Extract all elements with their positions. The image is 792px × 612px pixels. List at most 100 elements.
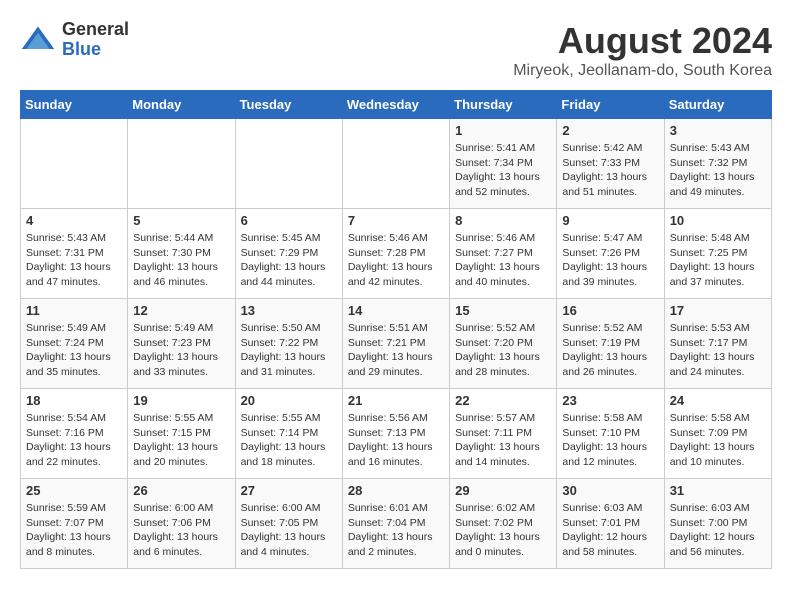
calendar-cell: 30Sunrise: 6:03 AM Sunset: 7:01 PM Dayli… [557, 479, 664, 569]
calendar-cell: 25 Sunrise: 5:59 AM Sunset: 7:07 PM Dayli… [21, 479, 128, 569]
calendar-body: 1Sunrise: 5:41 AM Sunset: 7:34 PM Daylig… [21, 119, 772, 569]
calendar-cell: 10 Sunrise: 5:48 AM Sunset: 7:25 PM Dayli… [664, 209, 771, 299]
calendar-cell: 24 Sunrise: 5:58 AM Sunset: 7:09 PM Dayli… [664, 389, 771, 479]
day-info: Sunrise: 5:46 AM Sunset: 7:27 PM Dayligh… [455, 231, 551, 290]
day-number: 8 [455, 213, 551, 228]
calendar-header-cell: Tuesday [235, 91, 342, 119]
day-info: Sunrise: 5:59 AM Sunset: 7:07 PM Dayligh… [26, 501, 122, 560]
day-info: Sunrise: 5:58 AM Sunset: 7:09 PM Dayligh… [670, 411, 766, 470]
day-number: 27 [241, 483, 337, 498]
calendar-cell: 14 Sunrise: 5:51 AM Sunset: 7:21 PM Dayli… [342, 299, 449, 389]
day-info: Sunrise: 5:58 AM Sunset: 7:10 PM Dayligh… [562, 411, 658, 470]
day-number: 25 [26, 483, 122, 498]
calendar-cell: 1Sunrise: 5:41 AM Sunset: 7:34 PM Daylig… [450, 119, 557, 209]
day-number: 9 [562, 213, 658, 228]
calendar-cell [235, 119, 342, 209]
calendar-cell: 15 Sunrise: 5:52 AM Sunset: 7:20 PM Dayli… [450, 299, 557, 389]
day-info: Sunrise: 5:43 AM Sunset: 7:32 PM Dayligh… [670, 141, 766, 200]
day-info: Sunrise: 5:43 AM Sunset: 7:31 PM Dayligh… [26, 231, 122, 290]
calendar-cell: 2Sunrise: 5:42 AM Sunset: 7:33 PM Daylig… [557, 119, 664, 209]
calendar-cell: 26 Sunrise: 6:00 AM Sunset: 7:06 PM Dayli… [128, 479, 235, 569]
day-info: Sunrise: 5:53 AM Sunset: 7:17 PM Dayligh… [670, 321, 766, 380]
day-number: 22 [455, 393, 551, 408]
day-info: Sunrise: 6:00 AM Sunset: 7:05 PM Dayligh… [241, 501, 337, 560]
calendar-cell [128, 119, 235, 209]
calendar-cell: 6Sunrise: 5:45 AM Sunset: 7:29 PM Daylig… [235, 209, 342, 299]
day-info: Sunrise: 5:52 AM Sunset: 7:20 PM Dayligh… [455, 321, 551, 380]
day-info: Sunrise: 5:49 AM Sunset: 7:23 PM Dayligh… [133, 321, 229, 380]
logo-text: General Blue [62, 20, 129, 60]
calendar-week-row: 1Sunrise: 5:41 AM Sunset: 7:34 PM Daylig… [21, 119, 772, 209]
day-number: 23 [562, 393, 658, 408]
day-number: 20 [241, 393, 337, 408]
calendar-cell: 7Sunrise: 5:46 AM Sunset: 7:28 PM Daylig… [342, 209, 449, 299]
calendar-header-cell: Saturday [664, 91, 771, 119]
day-info: Sunrise: 5:55 AM Sunset: 7:14 PM Dayligh… [241, 411, 337, 470]
day-number: 10 [670, 213, 766, 228]
day-info: Sunrise: 5:48 AM Sunset: 7:25 PM Dayligh… [670, 231, 766, 290]
calendar-cell: 23 Sunrise: 5:58 AM Sunset: 7:10 PM Dayli… [557, 389, 664, 479]
calendar-week-row: 11 Sunrise: 5:49 AM Sunset: 7:24 PM Dayli… [21, 299, 772, 389]
day-number: 12 [133, 303, 229, 318]
day-number: 24 [670, 393, 766, 408]
calendar-cell: 29 Sunrise: 6:02 AM Sunset: 7:02 PM Dayli… [450, 479, 557, 569]
day-info: Sunrise: 5:46 AM Sunset: 7:28 PM Dayligh… [348, 231, 444, 290]
calendar-cell: 12 Sunrise: 5:49 AM Sunset: 7:23 PM Dayli… [128, 299, 235, 389]
day-info: Sunrise: 5:49 AM Sunset: 7:24 PM Dayligh… [26, 321, 122, 380]
day-number: 28 [348, 483, 444, 498]
day-info: Sunrise: 5:56 AM Sunset: 7:13 PM Dayligh… [348, 411, 444, 470]
day-number: 16 [562, 303, 658, 318]
day-info: Sunrise: 5:50 AM Sunset: 7:22 PM Dayligh… [241, 321, 337, 380]
calendar-table: SundayMondayTuesdayWednesdayThursdayFrid… [20, 90, 772, 569]
calendar-header-cell: Friday [557, 91, 664, 119]
calendar-cell: 9Sunrise: 5:47 AM Sunset: 7:26 PM Daylig… [557, 209, 664, 299]
day-info: Sunrise: 5:54 AM Sunset: 7:16 PM Dayligh… [26, 411, 122, 470]
day-number: 26 [133, 483, 229, 498]
day-number: 21 [348, 393, 444, 408]
calendar-cell: 13 Sunrise: 5:50 AM Sunset: 7:22 PM Dayli… [235, 299, 342, 389]
day-info: Sunrise: 5:55 AM Sunset: 7:15 PM Dayligh… [133, 411, 229, 470]
calendar-cell: 4 Sunrise: 5:43 AM Sunset: 7:31 PM Daylig… [21, 209, 128, 299]
day-number: 11 [26, 303, 122, 318]
calendar-header-cell: Wednesday [342, 91, 449, 119]
calendar-cell: 22Sunrise: 5:57 AM Sunset: 7:11 PM Dayli… [450, 389, 557, 479]
calendar-cell [342, 119, 449, 209]
day-info: Sunrise: 6:03 AM Sunset: 7:00 PM Dayligh… [670, 501, 766, 560]
day-info: Sunrise: 5:45 AM Sunset: 7:29 PM Dayligh… [241, 231, 337, 290]
calendar-cell: 21 Sunrise: 5:56 AM Sunset: 7:13 PM Dayli… [342, 389, 449, 479]
day-number: 14 [348, 303, 444, 318]
day-info: Sunrise: 5:42 AM Sunset: 7:33 PM Dayligh… [562, 141, 658, 200]
calendar-cell: 18 Sunrise: 5:54 AM Sunset: 7:16 PM Dayli… [21, 389, 128, 479]
calendar-week-row: 4 Sunrise: 5:43 AM Sunset: 7:31 PM Daylig… [21, 209, 772, 299]
logo-blue: Blue [62, 40, 129, 60]
month-year: August 2024 [513, 20, 772, 62]
day-number: 18 [26, 393, 122, 408]
calendar-header-cell: Sunday [21, 91, 128, 119]
day-number: 30 [562, 483, 658, 498]
day-info: Sunrise: 6:00 AM Sunset: 7:06 PM Dayligh… [133, 501, 229, 560]
day-number: 31 [670, 483, 766, 498]
page-header: General Blue August 2024 Miryeok, Jeolla… [20, 20, 772, 80]
day-info: Sunrise: 5:51 AM Sunset: 7:21 PM Dayligh… [348, 321, 444, 380]
calendar-week-row: 25 Sunrise: 5:59 AM Sunset: 7:07 PM Dayli… [21, 479, 772, 569]
day-number: 15 [455, 303, 551, 318]
calendar-header-cell: Thursday [450, 91, 557, 119]
calendar-cell: 16 Sunrise: 5:52 AM Sunset: 7:19 PM Dayli… [557, 299, 664, 389]
day-number: 13 [241, 303, 337, 318]
location: Miryeok, Jeollanam-do, South Korea [513, 62, 772, 80]
title-block: August 2024 Miryeok, Jeollanam-do, South… [513, 20, 772, 80]
calendar-cell [21, 119, 128, 209]
day-number: 4 [26, 213, 122, 228]
logo: General Blue [20, 20, 129, 60]
day-info: Sunrise: 5:52 AM Sunset: 7:19 PM Dayligh… [562, 321, 658, 380]
calendar-cell: 27 Sunrise: 6:00 AM Sunset: 7:05 PM Dayli… [235, 479, 342, 569]
day-number: 19 [133, 393, 229, 408]
calendar-cell: 3 Sunrise: 5:43 AM Sunset: 7:32 PM Daylig… [664, 119, 771, 209]
calendar-cell: 8 Sunrise: 5:46 AM Sunset: 7:27 PM Daylig… [450, 209, 557, 299]
day-number: 3 [670, 123, 766, 138]
day-number: 29 [455, 483, 551, 498]
logo-icon [20, 22, 56, 58]
day-info: Sunrise: 6:02 AM Sunset: 7:02 PM Dayligh… [455, 501, 551, 560]
calendar-cell: 11 Sunrise: 5:49 AM Sunset: 7:24 PM Dayli… [21, 299, 128, 389]
calendar-week-row: 18 Sunrise: 5:54 AM Sunset: 7:16 PM Dayli… [21, 389, 772, 479]
